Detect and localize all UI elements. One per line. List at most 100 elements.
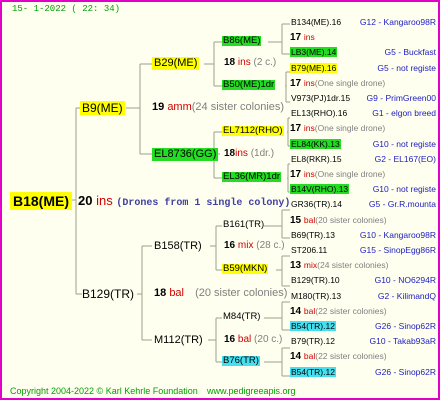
- gen4-ins: bal: [303, 305, 316, 316]
- gen4-row: B79(ME).16 G5 - not registe: [290, 62, 436, 73]
- gen4-row: 17 ins(One single drone): [290, 77, 436, 89]
- gen4-num: 17: [290, 123, 304, 135]
- gen2-info-2: 18ins (1dr.): [224, 149, 274, 159]
- gen3-queen-3[interactable]: EL7112(RHO): [222, 126, 284, 136]
- gen2-num-3: 16: [224, 240, 236, 251]
- gen2-queen-2[interactable]: EL8736(GG): [152, 148, 219, 161]
- gen4-ins: ins: [303, 77, 315, 88]
- site-link[interactable]: www.pedigreeapis.org: [207, 386, 296, 396]
- copyright: Copyright 2004-2022 © Karl Kehrle Founda…: [10, 386, 198, 396]
- gen4-queen[interactable]: M180(TR).13: [290, 291, 342, 301]
- gen4-note: (22 sister colonies): [315, 305, 387, 316]
- gen2-note-4: (20 c.): [254, 334, 283, 345]
- gen4-code: G10 - Kangaroo98R: [359, 229, 436, 240]
- gen2-num-2: 18: [224, 148, 236, 159]
- gen1-num-2: 18: [154, 287, 167, 299]
- gen2-queen-1[interactable]: B29(ME): [152, 57, 200, 70]
- gen4-ins: bal: [303, 214, 316, 225]
- gen4-row: B69(TR).13 G10 - Kangaroo98R: [290, 231, 436, 240]
- gen4-queen[interactable]: B79(TR).12: [290, 336, 336, 346]
- gen4-row: B54(TR).12 G26 - Sinop62R: [290, 321, 436, 331]
- gen4-queen[interactable]: B54(TR).12: [290, 366, 336, 377]
- gen4-queen[interactable]: EL84(KK).13: [290, 138, 341, 149]
- root-queen[interactable]: B18(ME): [10, 192, 73, 210]
- gen1-queen-2[interactable]: B129(TR): [80, 287, 136, 301]
- gen4-code: G10 - not registe: [372, 184, 436, 195]
- gen4-row: 14 bal(22 sister colonies): [290, 305, 436, 317]
- gen4-row: B79(TR).12 G10 - Takab93aR: [290, 337, 436, 346]
- gen4-queen[interactable]: B79(ME).16: [290, 62, 338, 73]
- gen4-row: 17 ins(One single drone): [290, 124, 436, 134]
- gen4-code: G5 - Buckfast: [384, 47, 437, 58]
- gen2-queen-4[interactable]: M112(TR): [152, 334, 205, 347]
- gen4-code: G12 - Kangaroo98R: [359, 17, 436, 27]
- gen4-queen[interactable]: ST206.11: [290, 245, 328, 255]
- gen4-code: G15 - SinopEgg86R: [359, 245, 436, 255]
- gen1-note-1: (24 sister colonies): [191, 101, 285, 113]
- gen4-row: B134(ME).16 G12 - Kangaroo98R: [290, 18, 436, 27]
- gen4-note: (One single drone): [314, 77, 386, 88]
- gen3-queen-7[interactable]: M84(TR): [222, 312, 261, 322]
- gen4-code: G26 - Sinop62R: [375, 321, 436, 331]
- gen2-info-3: 16 mix (28 c.): [224, 241, 285, 251]
- gen2-ins-4: bal: [237, 334, 252, 345]
- gen2-num-4: 16: [224, 334, 236, 345]
- gen2-ins-2: ins: [235, 148, 248, 159]
- gen4-num: 14: [290, 351, 304, 363]
- gen4-row: 14 bal(22 sister colonies): [290, 352, 436, 362]
- gen4-code: G5 - Gr.R.mounta: [368, 199, 436, 210]
- gen4-row: M180(TR).13 G2 - KilimandQ: [290, 291, 436, 301]
- gen4-code: G10 - not registe: [372, 138, 436, 149]
- gen4-queen[interactable]: B69(TR).13: [290, 230, 336, 240]
- gen2-info-1: 18 ins (2 c.): [224, 58, 276, 68]
- gen4-queen[interactable]: EL8(RKR).15: [290, 154, 343, 164]
- gen4-row: 17 ins(One single drone): [290, 170, 436, 180]
- gen4-ins: ins: [303, 123, 315, 134]
- gen2-note-2: (1dr.): [250, 148, 275, 159]
- gen4-queen[interactable]: B54(TR).12: [290, 321, 336, 331]
- gen3-queen-6[interactable]: B59(MKN): [222, 264, 269, 274]
- gen4-num: 14: [290, 305, 304, 317]
- gen4-queen[interactable]: B14V(RHO).13: [290, 184, 350, 195]
- gen4-row: GR36(TR).14 G5 - Gr.R.mounta: [290, 200, 436, 209]
- gen1-queen-1[interactable]: B9(ME): [80, 101, 125, 115]
- gen3-queen-4[interactable]: EL36(MR)1dr: [222, 172, 282, 182]
- root-ins: ins: [96, 193, 113, 208]
- gen4-queen[interactable]: V973(PJ)1dr.15: [290, 93, 351, 103]
- gen4-code: G2 - EL167(EO): [374, 153, 436, 164]
- gen4-row: ST206.11 G15 - SinopEgg86R: [290, 246, 436, 255]
- gen4-num: 17: [290, 32, 304, 44]
- gen4-queen[interactable]: B134(ME).16: [290, 17, 342, 27]
- gen4-code: G10 - NO6294R: [374, 275, 436, 286]
- gen4-queen[interactable]: EL13(RHO).16: [290, 108, 348, 118]
- gen4-ins: mix: [303, 260, 318, 271]
- gen3-queen-8[interactable]: B76(TR): [222, 356, 260, 366]
- gen1-note-2: (20 sister colonies): [195, 287, 288, 299]
- gen4-queen[interactable]: GR36(TR).14: [290, 199, 343, 209]
- gen2-note-1: (2 c.): [253, 57, 277, 68]
- gen4-row: 15 bal(20 sister colonies): [290, 214, 436, 226]
- gen2-ins-3: mix: [237, 240, 254, 251]
- gen4-num: 13: [290, 260, 304, 272]
- gen1-info-1: 19 amm(24 sister colonies): [152, 102, 284, 113]
- gen4-queen[interactable]: B129(TR).10: [290, 275, 341, 285]
- gen3-queen-2[interactable]: B50(ME)1dr: [222, 80, 276, 90]
- gen2-queen-3[interactable]: B158(TR): [152, 240, 204, 253]
- gen3-queen-5[interactable]: B161(TR): [222, 220, 265, 230]
- gen4-code: G9 - PrimGreen00: [366, 93, 436, 103]
- gen4-note: (24 sister colonies): [317, 260, 389, 271]
- gen4-code: G5 - not registe: [377, 62, 436, 73]
- gen1-num-1: 19: [152, 101, 165, 113]
- gen4-ins: ins: [303, 169, 315, 179]
- gen1-ins-2: bal: [169, 287, 184, 299]
- gen2-note-3: (28 c.): [256, 240, 285, 251]
- gen4-row: EL8(RKR).15 G2 - EL167(EO): [290, 155, 436, 164]
- gen4-row: V973(PJ)1dr.15 G9 - PrimGreen00: [290, 94, 436, 103]
- gen4-num: 15: [290, 214, 304, 226]
- gen4-queen[interactable]: LB3(ME).14: [290, 47, 338, 58]
- gen3-queen-1[interactable]: B86(ME): [222, 36, 262, 46]
- gen1-info-2: 18 bal (20 sister colonies): [154, 288, 287, 299]
- gen4-code: G10 - Takab93aR: [369, 336, 436, 347]
- root-drones-note: (Drones from 1 single colony): [116, 198, 291, 209]
- gen4-code: G26 - Sinop62R: [375, 366, 436, 377]
